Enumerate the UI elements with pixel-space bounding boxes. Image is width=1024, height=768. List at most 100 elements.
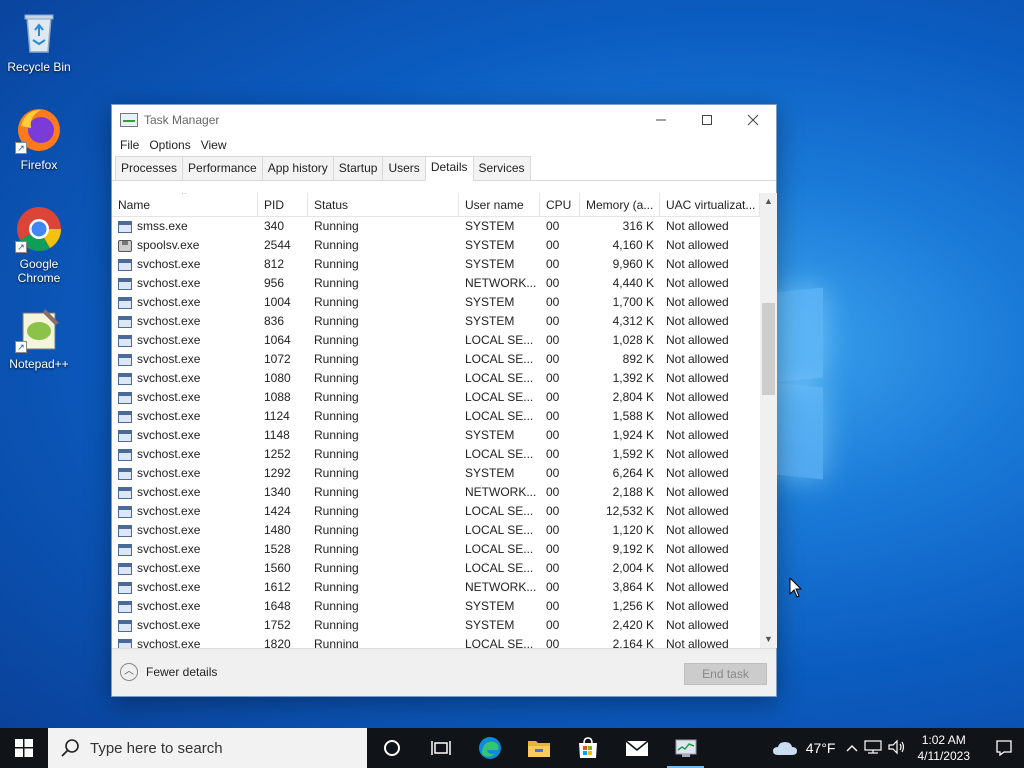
scroll-down-arrow-icon[interactable]: ▼: [760, 631, 777, 648]
table-row[interactable]: svchost.exe 1004 Running SYSTEM 00 1,700 K Not…: [112, 293, 760, 312]
scrollbar-thumb[interactable]: [762, 303, 775, 395]
desktop-icon-google-chrome[interactable]: ↗ Google Chrome: [2, 205, 76, 285]
maximize-button[interactable]: [684, 105, 730, 135]
table-row[interactable]: svchost.exe 1560 Running LOCAL SE... 00 2,004…: [112, 559, 760, 578]
table-row[interactable]: svchost.exe 836 Running SYSTEM 00 4,312 K Not …: [112, 312, 760, 331]
status-cell: Running: [314, 523, 359, 537]
uac-virtualization-cell: Not allowed: [666, 580, 729, 594]
column-header-status[interactable]: Status: [308, 193, 459, 217]
desktop-icon-label: Notepad++: [9, 357, 69, 371]
user-name-cell: LOCAL SE...: [465, 523, 534, 537]
table-row[interactable]: svchost.exe 1072 Running LOCAL SE... 00 892 K…: [112, 350, 760, 369]
memory-cell: 2,188 K: [612, 485, 654, 499]
action-center-button[interactable]: [984, 728, 1024, 768]
show-hidden-icons-button[interactable]: [846, 741, 858, 756]
vertical-scrollbar[interactable]: ▲ ▼: [760, 193, 777, 648]
menu-view[interactable]: View: [197, 138, 231, 152]
status-cell: Running: [314, 466, 359, 480]
desktop-icon-firefox[interactable]: ↗ Firefox: [2, 106, 76, 172]
column-header-cpu[interactable]: CPU: [540, 193, 580, 217]
clock-date: 4/11/2023: [917, 749, 971, 763]
tab-services[interactable]: Services: [472, 156, 531, 180]
desktop-icon-recycle-bin[interactable]: Recycle Bin: [2, 8, 76, 74]
taskbar-search-box[interactable]: Type here to search: [48, 728, 367, 768]
table-row[interactable]: svchost.exe 1292 Running SYSTEM 00 6,264 K Not…: [112, 464, 760, 483]
pid-cell: 1292: [264, 466, 291, 480]
uac-virtualization-cell: Not allowed: [666, 295, 729, 309]
pid-cell: 1560: [264, 561, 291, 575]
column-header-name[interactable]: ^ Name: [112, 193, 258, 217]
chevron-up-icon: ︿: [120, 663, 138, 681]
table-row[interactable]: svchost.exe 1424 Running LOCAL SE... 00 12,53…: [112, 502, 760, 521]
uac-virtualization-cell: Not allowed: [666, 390, 729, 404]
taskbar-mail[interactable]: [612, 728, 661, 768]
user-name-cell: LOCAL SE...: [465, 542, 534, 556]
cpu-cell: 00: [546, 485, 560, 499]
table-row[interactable]: svchost.exe 812 Running SYSTEM 00 9,960 K Not …: [112, 255, 760, 274]
task-view-button[interactable]: [416, 728, 465, 768]
table-row[interactable]: svchost.exe 1064 Running LOCAL SE... 00 1,028…: [112, 331, 760, 350]
network-status-button[interactable]: [863, 739, 882, 758]
process-icon: [118, 372, 132, 385]
table-row[interactable]: svchost.exe 1148 Running SYSTEM 00 1,924 K Not…: [112, 426, 760, 445]
table-row[interactable]: svchost.exe 1252 Running LOCAL SE... 00 1,592…: [112, 445, 760, 464]
user-name-cell: LOCAL SE...: [465, 447, 534, 461]
taskbar-file-explorer[interactable]: [514, 728, 563, 768]
table-row[interactable]: svchost.exe 1088 Running LOCAL SE... 00 2,804…: [112, 388, 760, 407]
memory-cell: 2,004 K: [612, 561, 654, 575]
process-icon: [118, 429, 132, 442]
minimize-button[interactable]: [638, 105, 684, 135]
title-bar[interactable]: Task Manager: [112, 105, 776, 135]
tab-startup[interactable]: Startup: [332, 156, 384, 180]
end-task-button[interactable]: End task: [684, 663, 767, 685]
taskbar-task-manager[interactable]: [661, 728, 710, 768]
scroll-up-arrow-icon[interactable]: ▲: [760, 193, 777, 210]
tab-performance[interactable]: Performance: [182, 156, 263, 180]
tab-processes[interactable]: Processes: [115, 156, 184, 180]
table-row[interactable]: svchost.exe 956 Running NETWORK... 00 4,440 K…: [112, 274, 760, 293]
mail-envelope-icon: [624, 740, 649, 756]
table-row[interactable]: smss.exe 340 Running SYSTEM 00 316 K Not allow…: [112, 217, 760, 236]
cortana-button[interactable]: [367, 728, 416, 768]
table-row[interactable]: svchost.exe 1080 Running LOCAL SE... 00 1,392…: [112, 369, 760, 388]
table-row[interactable]: svchost.exe 1648 Running SYSTEM 00 1,256 K Not…: [112, 597, 760, 616]
fewer-details-button[interactable]: ︿ Fewer details: [120, 663, 217, 681]
menu-file[interactable]: File: [116, 138, 143, 152]
process-name-cell: svchost.exe: [112, 293, 258, 312]
taskbar-microsoft-store[interactable]: [563, 728, 612, 768]
tab-details[interactable]: Details: [424, 156, 474, 181]
process-name-cell: svchost.exe: [112, 559, 258, 578]
desktop-icon-notepad-plus-plus[interactable]: ↗ Notepad++: [2, 305, 76, 371]
table-row[interactable]: spoolsv.exe 2544 Running SYSTEM 00 4,160 K Not…: [112, 236, 760, 255]
tab-users[interactable]: Users: [382, 156, 426, 180]
printer-icon: [118, 239, 132, 252]
close-button[interactable]: [730, 105, 776, 135]
table-row[interactable]: svchost.exe 1820 Running LOCAL SE... 00 2,164…: [112, 635, 760, 648]
column-header-memory[interactable]: Memory (a...: [580, 193, 660, 217]
tab-app-history[interactable]: App history: [261, 156, 334, 180]
weather-widget[interactable]: 47°F: [772, 740, 836, 756]
pid-cell: 1424: [264, 504, 291, 518]
pid-cell: 836: [264, 314, 285, 328]
notepad-plus-plus-icon: ↗: [15, 305, 63, 353]
uac-virtualization-cell: Not allowed: [666, 485, 729, 499]
pid-cell: 1648: [264, 599, 291, 613]
table-row[interactable]: svchost.exe 1528 Running LOCAL SE... 00 9,192…: [112, 540, 760, 559]
column-header-uac-virtualization[interactable]: UAC virtualizat...: [660, 193, 760, 217]
volume-button[interactable]: [887, 739, 906, 758]
table-row[interactable]: svchost.exe 1480 Running LOCAL SE... 00 1,120…: [112, 521, 760, 540]
table-row[interactable]: svchost.exe 1340 Running NETWORK... 00 2,188 …: [112, 483, 760, 502]
table-row[interactable]: svchost.exe 1612 Running NETWORK... 00 3,864 …: [112, 578, 760, 597]
process-icon: [118, 543, 132, 556]
cloud-icon: [772, 742, 797, 755]
column-header-user-name[interactable]: User name: [459, 193, 540, 217]
taskbar-edge[interactable]: [465, 728, 514, 768]
table-row[interactable]: svchost.exe 1124 Running LOCAL SE... 00 1,588…: [112, 407, 760, 426]
cpu-cell: 00: [546, 637, 560, 648]
menu-options[interactable]: Options: [145, 138, 194, 152]
table-row[interactable]: svchost.exe 1752 Running SYSTEM 00 2,420 K Not…: [112, 616, 760, 635]
taskbar-clock[interactable]: 1:02 AM 4/11/2023: [918, 732, 971, 764]
memory-cell: 1,256 K: [612, 599, 654, 613]
column-header-pid[interactable]: PID: [258, 193, 308, 217]
start-button[interactable]: [0, 728, 48, 768]
